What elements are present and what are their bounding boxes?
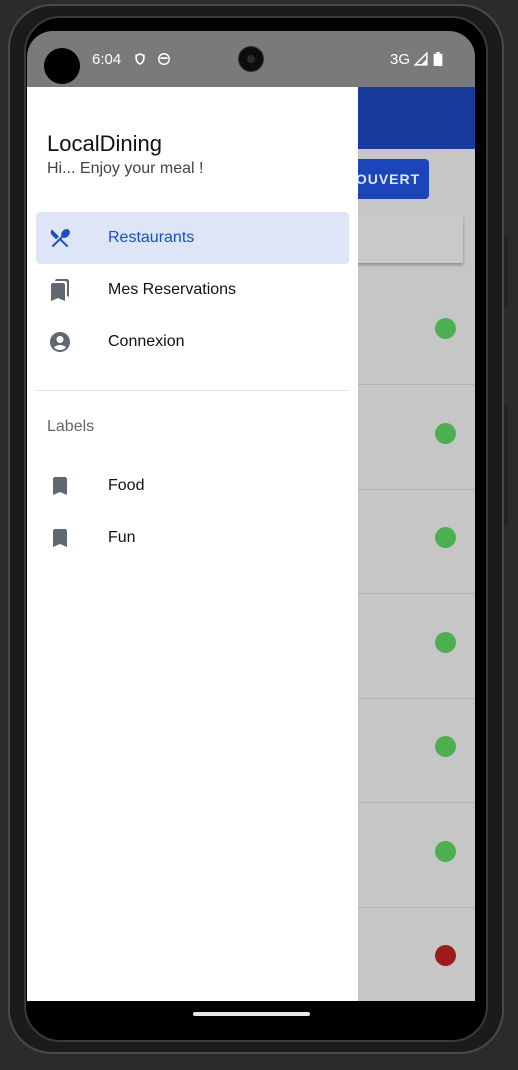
status-time: 6:04: [92, 51, 122, 68]
status-bar: 6:04 3G: [27, 31, 475, 87]
open-status-dot: [435, 422, 456, 444]
network-type: 3G: [390, 51, 411, 68]
navigation-bar: [27, 1001, 475, 1027]
shield-icon: [133, 52, 147, 69]
restaurant-row[interactable]: [358, 908, 475, 1012]
restaurant-row[interactable]: [358, 699, 475, 803]
open-status-dot: [435, 318, 456, 339]
search-field[interactable]: [345, 215, 463, 263]
ouvert-filter-button[interactable]: OUVERT: [347, 159, 429, 199]
label-item-fun[interactable]: Fun: [36, 512, 349, 564]
restaurant-row[interactable]: [358, 804, 475, 908]
nav-item-label: Restaurants: [108, 229, 195, 246]
screen: 6:04 3G OUVERT LocalDining Hi... Enjoy y…: [27, 31, 475, 1027]
restaurant-row[interactable]: [358, 386, 475, 490]
signal-icon: [413, 51, 428, 69]
navigation-drawer: LocalDining Hi... Enjoy your meal ! Rest…: [27, 87, 358, 1001]
restaurant-row[interactable]: [358, 595, 475, 699]
nav-item-label: Connexion: [108, 333, 185, 350]
front-camera: [238, 46, 264, 72]
power-button: [504, 406, 508, 526]
drawer-title: LocalDining: [47, 131, 162, 156]
restaurant-row[interactable]: [358, 281, 475, 385]
open-status-dot: [435, 736, 456, 757]
nav-item-mes-reservations[interactable]: Mes Reservations: [36, 264, 349, 316]
home-gesture-handle[interactable]: [193, 1012, 310, 1016]
label-item-food[interactable]: Food: [36, 460, 349, 512]
label-item-text: Food: [108, 477, 145, 494]
nav-item-restaurants[interactable]: Restaurants: [36, 212, 349, 264]
restaurant-icon: [48, 226, 72, 250]
open-status-dot: [435, 527, 456, 548]
label-item-text: Fun: [108, 529, 136, 546]
punch-hole: [44, 48, 80, 84]
labels-heading: Labels: [47, 418, 95, 435]
open-status-dot: [435, 631, 456, 653]
drawer-divider: [36, 390, 349, 391]
drawer-subtitle: Hi... Enjoy your meal !: [47, 160, 204, 177]
battery-icon: [433, 52, 443, 69]
nav-item-label: Mes Reservations: [108, 281, 237, 298]
open-status-dot: [435, 840, 456, 862]
bookmark-icon: [48, 526, 72, 550]
nav-item-connexion[interactable]: Connexion: [36, 316, 349, 368]
face-icon: [157, 52, 171, 69]
volume-button: [504, 236, 508, 306]
bookmark-icon: [48, 474, 72, 498]
bookmarks-icon: [48, 278, 72, 302]
restaurant-row[interactable]: [358, 490, 475, 594]
account-circle-icon: [48, 330, 72, 354]
open-status-dot: [435, 945, 456, 966]
